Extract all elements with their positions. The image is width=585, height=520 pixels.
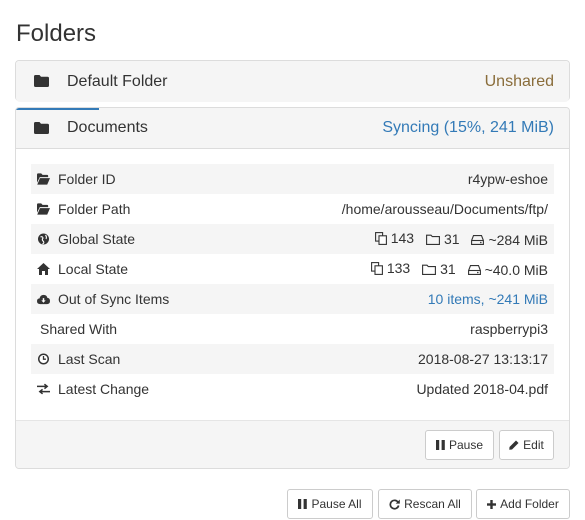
folder-panel-default[interactable]: Default Folder Unshared [15,60,570,102]
folder-panel-documents: Documents Syncing (15%, 241 MiB) Folder … [15,107,570,469]
pause-all-button[interactable]: Pause All [287,489,373,519]
detail-value: r4ypw-eshoe [467,171,548,187]
page-title: Folders [16,20,97,47]
detail-row-last-scan: Last Scan 2018-08-27 13:13:17 [31,344,554,374]
rescan-all-label: Rescan All [404,497,461,511]
folder-open-icon [37,173,50,185]
detail-label: Global State [58,231,136,247]
folder-header-documents[interactable]: Documents Syncing (15%, 241 MiB) [16,108,569,149]
detail-value: 133 31 ~40.0 MiB [363,260,548,278]
out-of-sync-link[interactable]: 10 items, ~241 MiB [428,291,548,307]
folder-icon [34,122,49,134]
clock-icon [38,353,49,365]
edit-button[interactable]: Edit [499,430,554,460]
pencil-icon [509,440,519,450]
detail-row-latest-change: Latest Change Updated 2018-04.pdf [31,374,554,404]
folder-status: Syncing (15%, 241 MiB) [382,119,554,136]
size: ~40.0 MiB [484,261,548,278]
detail-label: Last Scan [58,351,121,367]
pause-icon [298,499,308,509]
detail-value: /home/arousseau/Documents/ftp/ [341,201,548,217]
rescan-all-button[interactable]: Rescan All [378,489,472,519]
detail-value: 2018-08-27 13:13:17 [418,351,548,367]
pause-label: Pause [448,438,484,452]
refresh-icon [389,499,400,510]
folder-name: Documents [67,119,148,136]
home-icon [37,263,50,275]
files-icon [374,231,387,245]
folder-outline-icon [422,264,437,275]
detail-label: Folder ID [58,171,116,187]
hdd-icon [471,234,485,245]
detail-label: Latest Change [58,381,150,397]
folder-status: Unshared [484,72,554,90]
detail-row-folder-id: Folder ID r4ypw-eshoe [31,164,554,194]
sync-progress-bar [16,108,99,110]
add-folder-label: Add Folder [500,497,559,511]
folder-details: Folder ID r4ypw-eshoe Folder Path /home/… [31,164,554,404]
detail-row-out-of-sync: Out of Sync Items 10 items, ~241 MiB [31,284,554,314]
file-count: 143 [390,230,415,247]
detail-label: Out of Sync Items [58,291,170,307]
files-icon [370,261,383,275]
detail-label: Folder Path [58,201,131,217]
detail-row-folder-path: Folder Path /home/arousseau/Documents/ft… [31,194,554,224]
size: ~284 MiB [488,231,548,248]
folder-name: Default Folder [67,72,168,90]
dir-count: 31 [440,261,456,278]
pause-icon [435,440,445,450]
edit-label: Edit [523,438,544,452]
hdd-icon [467,264,481,275]
plus-icon [487,499,497,509]
file-count: 133 [386,260,411,277]
globe-icon [38,233,49,245]
detail-label: Shared With [40,321,118,337]
detail-value: raspberrypi3 [470,321,548,337]
dir-count: 31 [443,231,460,248]
pause-button[interactable]: Pause [425,430,494,460]
detail-row-global-state: Global State 143 31 ~284 MiB [31,224,554,254]
detail-row-shared-with: Shared With raspberrypi3 [31,314,554,344]
detail-label: Local State [58,261,129,277]
exchange-icon [37,383,50,395]
folder-open-icon [37,203,50,215]
folder-panel-footer: Pause Edit [16,420,569,468]
pause-all-label: Pause All [311,497,362,511]
cloud-download-icon [37,294,50,305]
folder-outline-icon [426,234,440,245]
folder-header-default[interactable]: Default Folder Unshared [16,61,569,102]
detail-value: Updated 2018-04.pdf [416,381,548,397]
folder-icon [34,75,49,87]
detail-row-local-state: Local State 133 31 ~40.0 MiB [31,254,554,284]
add-folder-button[interactable]: Add Folder [476,489,570,519]
detail-value: 143 31 ~284 MiB [367,230,548,248]
